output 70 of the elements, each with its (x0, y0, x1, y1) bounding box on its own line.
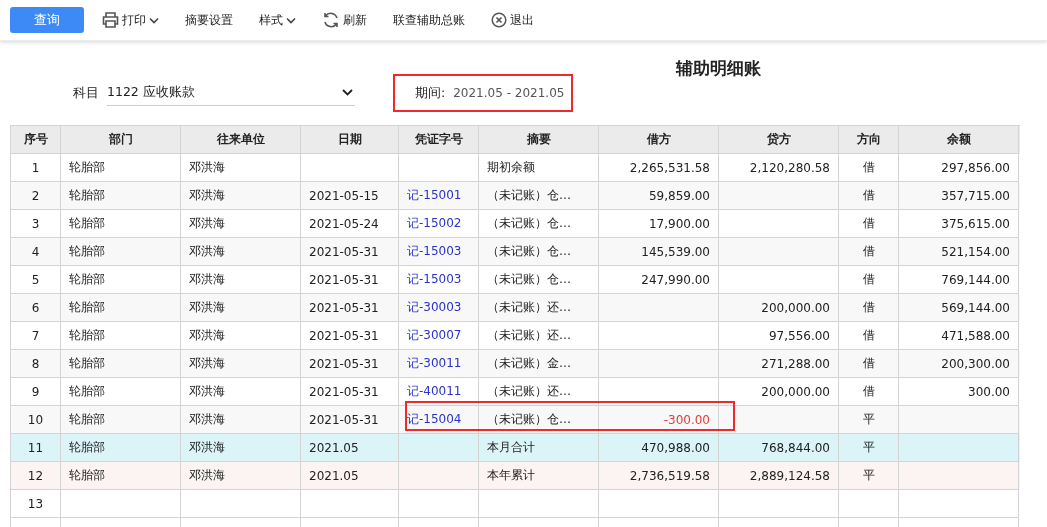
table-cell: 200,300.00 (899, 350, 1019, 378)
table-cell: 借 (839, 238, 899, 266)
table-cell: 521,154.00 (899, 238, 1019, 266)
table-cell: 平 (839, 462, 899, 490)
table-cell: 2021-05-31 (301, 350, 399, 378)
table-cell: 轮胎部 (61, 462, 181, 490)
table-cell: 6 (11, 294, 61, 322)
period-value[interactable]: 2021.05 - 2021.05 (453, 86, 565, 100)
table-cell: 轮胎部 (61, 294, 181, 322)
subject-select[interactable]: 1122 应收账款 (107, 80, 355, 106)
table-cell: 145,539.00 (599, 238, 719, 266)
column-header: 凭证字号 (399, 126, 479, 154)
table-cell: 271,288.00 (719, 350, 839, 378)
exit-button[interactable]: 退出 (491, 11, 534, 29)
voucher-link[interactable]: 记-30011 (399, 350, 479, 378)
column-header: 日期 (301, 126, 399, 154)
table-cell: 借 (839, 350, 899, 378)
table-cell: 邓洪海 (181, 182, 301, 210)
column-header: 方向 (839, 126, 899, 154)
table-cell: 2021.05 (301, 462, 399, 490)
print-button[interactable]: 打印 (102, 11, 159, 29)
table-cell: 轮胎部 (61, 350, 181, 378)
table-cell: 2021-05-15 (301, 182, 399, 210)
table-cell: 2 (11, 182, 61, 210)
column-header: 部门 (61, 126, 181, 154)
table-cell: 4 (11, 238, 61, 266)
table-cell: （未记账）还… (479, 294, 599, 322)
table-cell: 2021-05-31 (301, 294, 399, 322)
column-header: 贷方 (719, 126, 839, 154)
table-cell: 357,715.00 (899, 182, 1019, 210)
toolbar-button[interactable]: 联查辅助总账 (393, 11, 465, 29)
column-header: 借方 (599, 126, 719, 154)
refresh-icon (322, 11, 340, 29)
period-label: 期间: (415, 84, 446, 102)
table-cell: 200,000.00 (719, 294, 839, 322)
report-title: 辅助明细账 (676, 57, 761, 80)
close-icon (491, 12, 507, 28)
table-cell: 邓洪海 (181, 350, 301, 378)
toolbar-button[interactable]: 摘要设置 (185, 11, 233, 29)
table-cell: 借 (839, 182, 899, 210)
table-cell: 569,144.00 (899, 294, 1019, 322)
voucher-link[interactable]: 记-15003 (399, 238, 479, 266)
table-cell: 59,859.00 (599, 182, 719, 210)
column-header: 序号 (11, 126, 61, 154)
table-cell: 轮胎部 (61, 182, 181, 210)
voucher-link[interactable]: 记-30003 (399, 294, 479, 322)
refresh-button[interactable]: 刷新 (322, 11, 367, 29)
table-cell: 2,736,519.58 (599, 462, 719, 490)
column-header: 往来单位 (181, 126, 301, 154)
column-header: 摘要 (479, 126, 599, 154)
toolbar-button[interactable]: 样式 (259, 11, 296, 29)
table-cell: 12 (11, 462, 61, 490)
table-cell: （未记账）仓… (479, 238, 599, 266)
table-cell: 本年累计 (479, 462, 599, 490)
chevron-down-icon (342, 89, 353, 96)
table-cell: （未记账）金… (479, 350, 599, 378)
table-cell: 轮胎部 (61, 238, 181, 266)
table-cell: （未记账）仓… (479, 182, 599, 210)
column-header: 余额 (899, 126, 1019, 154)
table-cell: 2021-05-31 (301, 238, 399, 266)
table-cell: 13 (11, 490, 61, 518)
table-cell: 邓洪海 (181, 294, 301, 322)
table-cell: 邓洪海 (181, 462, 301, 490)
table-cell: 邓洪海 (181, 238, 301, 266)
table-cell: 借 (839, 294, 899, 322)
subject-label: 科目 (73, 84, 99, 102)
voucher-link[interactable]: 记-15001 (399, 182, 479, 210)
table-cell: 2,889,124.58 (719, 462, 839, 490)
table-cell: 8 (11, 350, 61, 378)
printer-icon (102, 12, 119, 28)
